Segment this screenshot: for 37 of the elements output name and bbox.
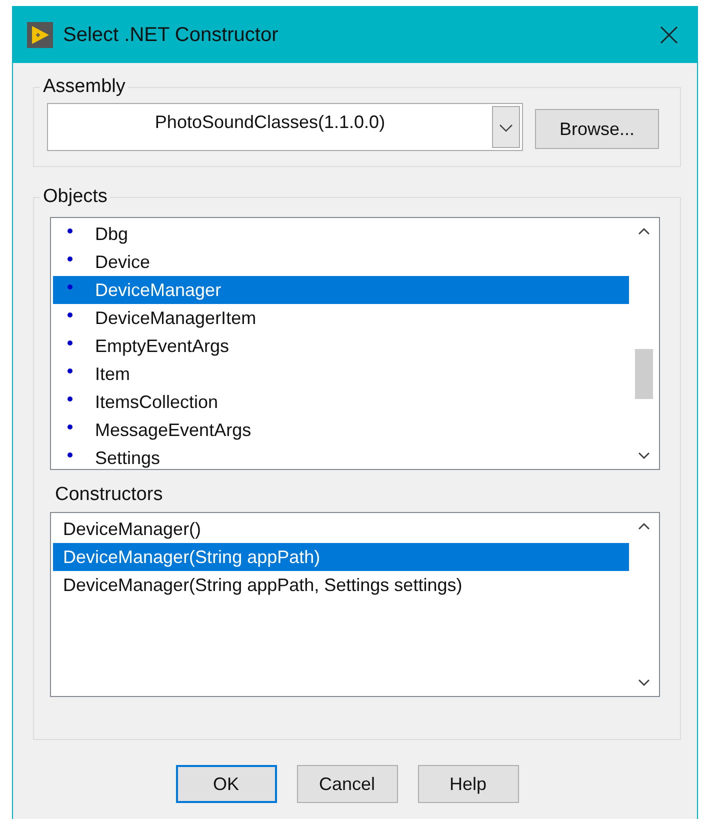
browse-button[interactable]: Browse...	[535, 109, 659, 149]
bullet-icon	[67, 424, 73, 430]
assembly-dropdown[interactable]: PhotoSoundClasses(1.1.0.0)	[47, 103, 523, 151]
object-item[interactable]: EmptyEventArgs	[53, 332, 629, 360]
object-item[interactable]: Device	[53, 248, 629, 276]
constructor-item[interactable]: DeviceManager(String appPath, Settings settings)	[53, 571, 629, 599]
dialog-button[interactable]: Help	[418, 765, 518, 803]
group-label: Constructors	[55, 484, 164, 506]
window-title: Select .NET Constructor	[63, 24, 280, 46]
object-item[interactable]: DeviceManagerItem	[53, 304, 629, 332]
object-item[interactable]: Settings	[53, 444, 629, 469]
bullet-icon	[67, 312, 73, 318]
bullet-icon	[67, 256, 73, 262]
bullet-icon	[67, 452, 73, 458]
bullet-icon	[67, 396, 73, 402]
constructor-item[interactable]: DeviceManager(String appPath)	[53, 543, 629, 571]
object-item[interactable]: DeviceManager	[53, 276, 629, 304]
group-label: Assembly	[40, 76, 128, 98]
scroll-thumb[interactable]	[635, 349, 653, 399]
group-label: Objects	[40, 186, 110, 208]
scroll-up-icon[interactable]	[637, 521, 651, 531]
bullet-icon	[67, 228, 73, 234]
bullet-icon	[67, 284, 73, 290]
scroll-down-icon[interactable]	[637, 678, 651, 688]
app-icon	[27, 22, 53, 48]
scroll-down-icon[interactable]	[637, 451, 651, 461]
scroll-up-icon[interactable]	[637, 226, 651, 236]
object-item[interactable]: Dbg	[53, 220, 629, 248]
bullet-icon	[67, 368, 73, 374]
dialog-button[interactable]: OK	[176, 765, 276, 803]
close-icon[interactable]	[659, 25, 679, 45]
bullet-icon	[67, 340, 73, 346]
object-item[interactable]: MessageEventArgs	[53, 416, 629, 444]
constructor-item[interactable]: DeviceManager()	[53, 515, 629, 543]
object-item[interactable]: ItemsCollection	[53, 388, 629, 416]
object-item[interactable]: Item	[53, 360, 629, 388]
dialog-button[interactable]: Cancel	[296, 765, 398, 803]
